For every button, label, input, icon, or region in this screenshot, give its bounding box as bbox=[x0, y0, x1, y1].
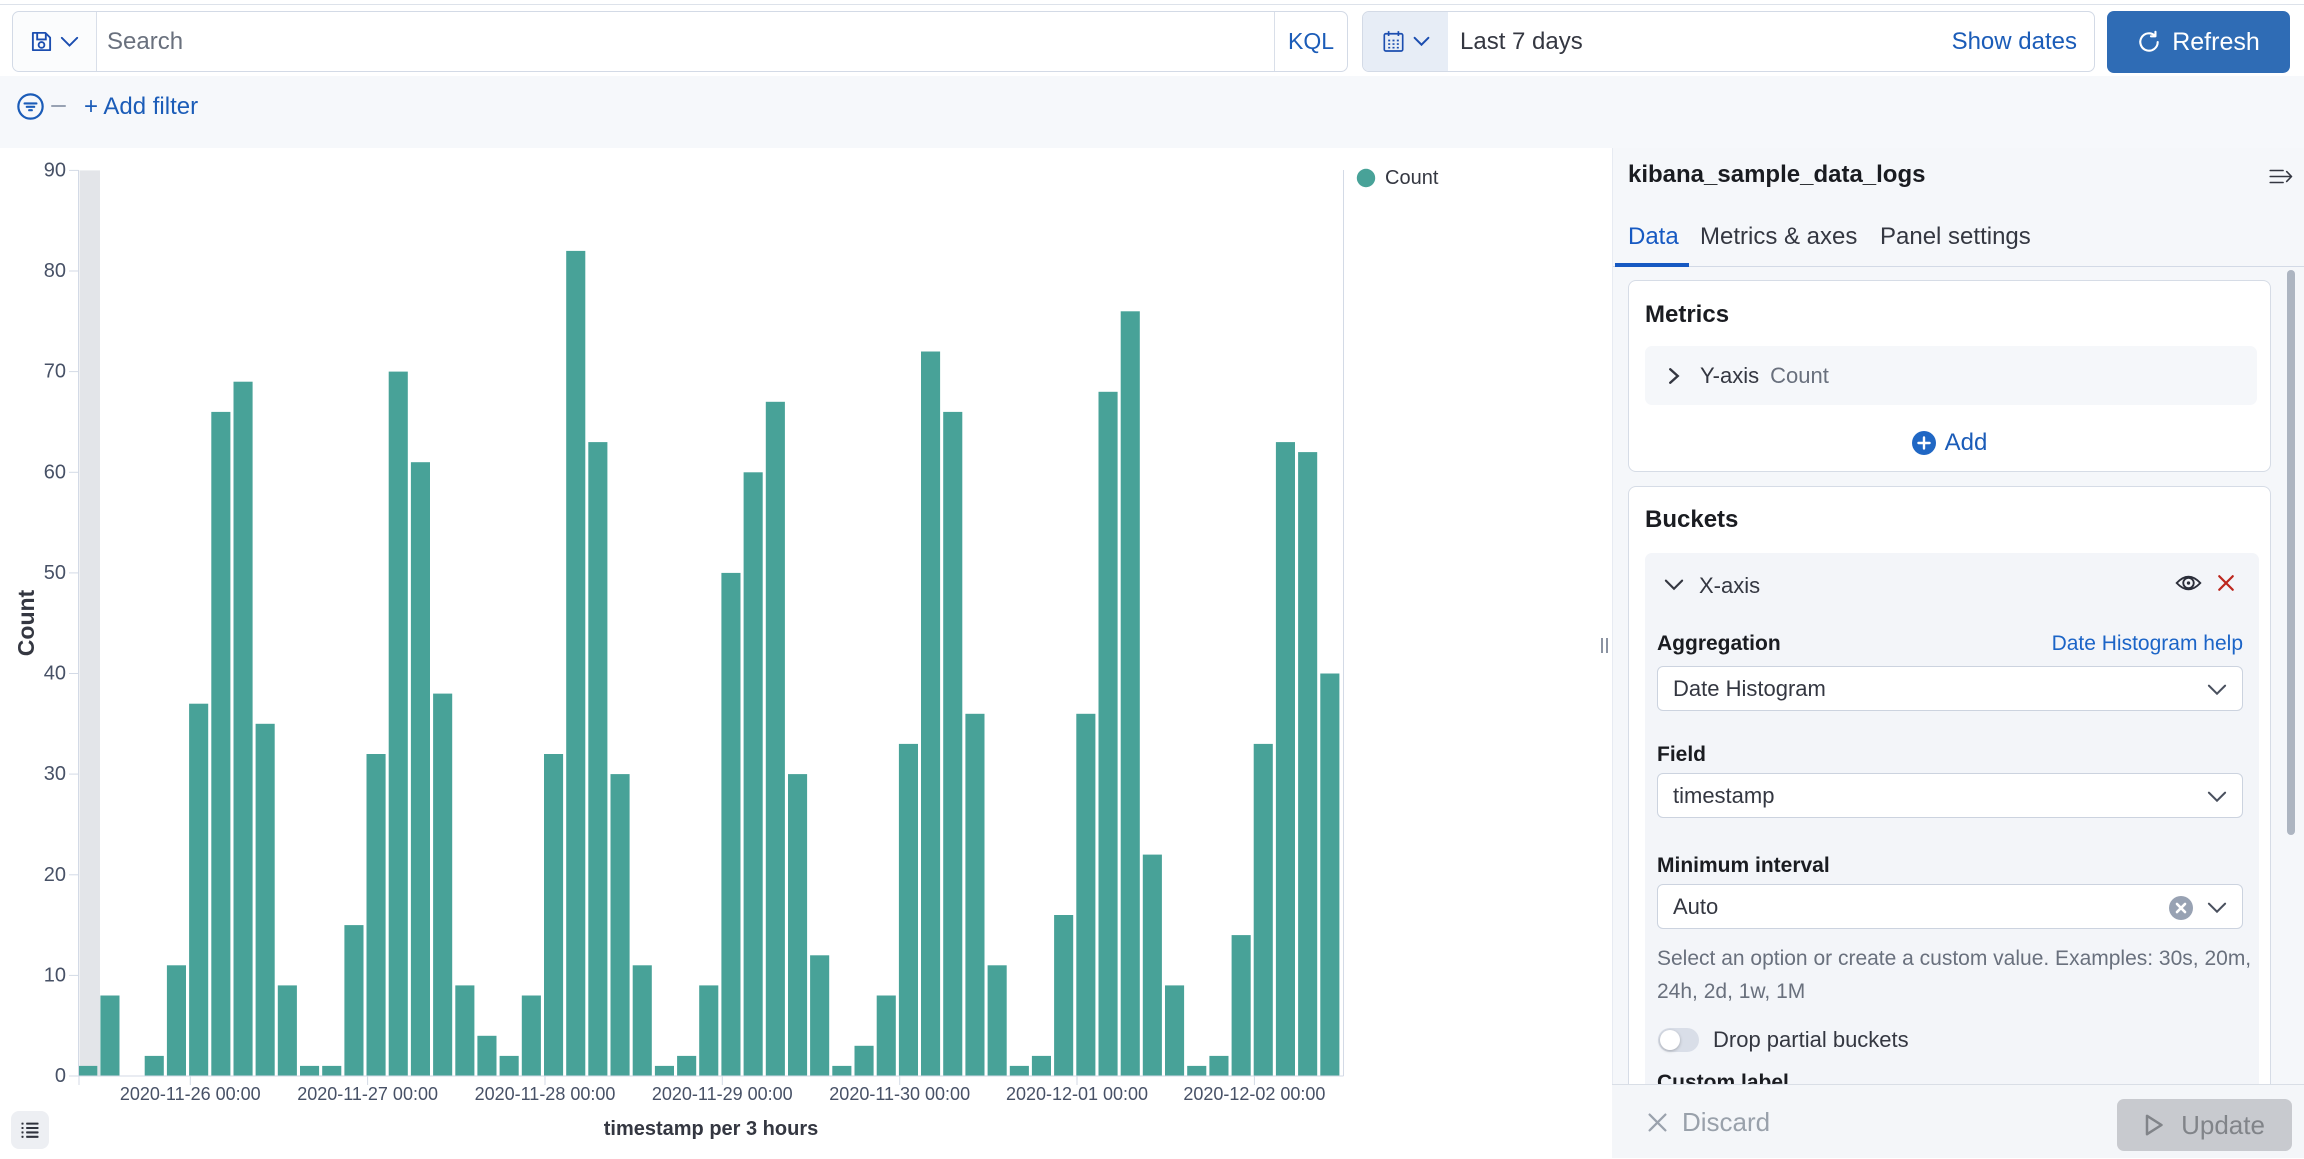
svg-text:2020-12-01 00:00: 2020-12-01 00:00 bbox=[1006, 1084, 1148, 1104]
svg-text:40: 40 bbox=[44, 663, 66, 685]
svg-text:60: 60 bbox=[44, 461, 66, 483]
svg-text:2020-12-02 00:00: 2020-12-02 00:00 bbox=[1183, 1084, 1325, 1104]
svg-text:90: 90 bbox=[44, 159, 66, 181]
svg-text:2020-11-26 00:00: 2020-11-26 00:00 bbox=[120, 1084, 261, 1104]
svg-text:Count: Count bbox=[13, 589, 39, 656]
svg-text:80: 80 bbox=[44, 260, 66, 282]
svg-text:0: 0 bbox=[55, 1065, 66, 1087]
svg-text:timestamp per 3 hours: timestamp per 3 hours bbox=[604, 1118, 819, 1140]
svg-text:50: 50 bbox=[44, 562, 66, 584]
svg-text:30: 30 bbox=[44, 763, 66, 785]
svg-text:2020-11-29 00:00: 2020-11-29 00:00 bbox=[652, 1084, 793, 1104]
svg-text:10: 10 bbox=[44, 964, 66, 986]
svg-text:2020-11-30 00:00: 2020-11-30 00:00 bbox=[829, 1084, 970, 1104]
svg-text:20: 20 bbox=[44, 864, 66, 886]
svg-text:2020-11-27 00:00: 2020-11-27 00:00 bbox=[297, 1084, 438, 1104]
svg-text:70: 70 bbox=[44, 361, 66, 383]
svg-text:2020-11-28 00:00: 2020-11-28 00:00 bbox=[475, 1084, 616, 1104]
svg-text:Count: Count bbox=[1385, 167, 1439, 189]
